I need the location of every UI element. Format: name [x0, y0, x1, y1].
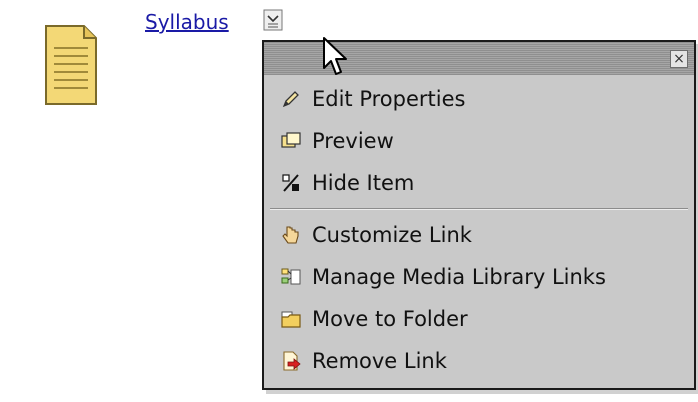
menu-item-preview[interactable]: Preview [264, 121, 694, 161]
item-title-link[interactable]: Syllabus [145, 10, 229, 34]
customize-link-icon [282, 226, 299, 244]
menu-item-remove-link[interactable]: Remove Link [264, 341, 694, 381]
menu-item-customize-link[interactable]: Customize Link [264, 215, 694, 255]
context-menu-icon[interactable] [263, 9, 283, 31]
hide-item-icon [282, 174, 299, 192]
folder-move-icon [281, 311, 301, 328]
media-library-icon [281, 268, 301, 285]
menu-item-hide-item[interactable]: Hide Item [264, 163, 694, 203]
menu-separator [270, 208, 688, 210]
pencil-icon [282, 91, 299, 108]
menu-item-move-to-folder[interactable]: Move to Folder [264, 299, 694, 339]
close-button[interactable]: × [670, 50, 688, 68]
preview-icon [281, 132, 301, 148]
document-icon[interactable] [44, 24, 98, 106]
close-icon: × [673, 51, 685, 67]
menu-item-manage-media-library-links[interactable]: Manage Media Library Links [264, 257, 694, 297]
menu-item-edit-properties[interactable]: Edit Properties [264, 79, 694, 119]
remove-link-icon [283, 351, 301, 371]
context-menu: × Edit Properties Preview Hide Item Cust… [262, 40, 696, 390]
mouse-cursor-icon [323, 37, 347, 75]
